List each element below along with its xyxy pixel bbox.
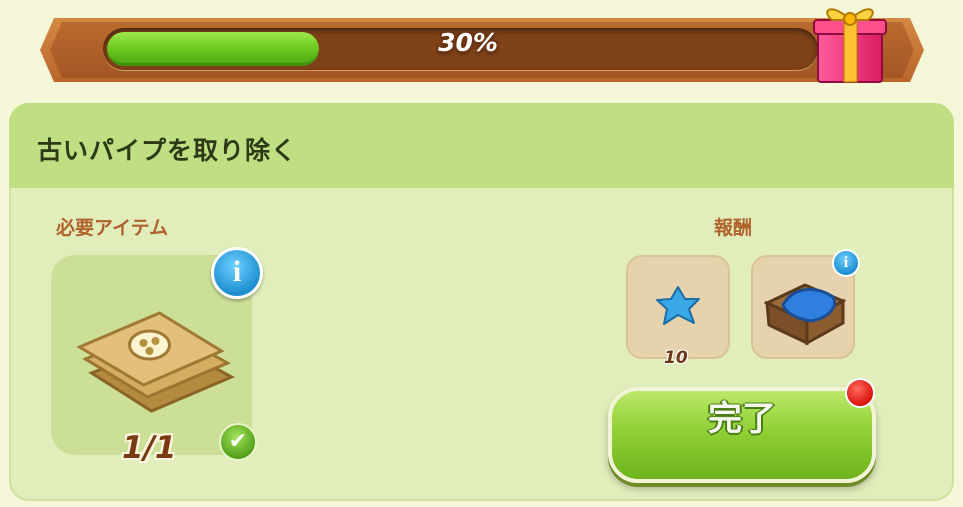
reward-quantity: 10	[664, 348, 688, 368]
task-title: 古いパイプを取り除く	[37, 136, 298, 165]
task-panel: 古いパイプを取り除く 必要アイテム 報酬 i 1/1 ✔ 10 i 完了	[9, 103, 954, 501]
notification-dot	[845, 378, 875, 408]
blue-star-icon	[656, 286, 700, 325]
complete-button[interactable]: 完了	[608, 387, 876, 483]
complete-button-label: 完了	[708, 399, 776, 439]
checkmark-icon: ✔	[219, 423, 257, 461]
gift-box-icon[interactable]	[810, 0, 890, 86]
rewards-label: 報酬	[714, 217, 753, 239]
progress-percent: 30%	[438, 28, 498, 57]
info-icon[interactable]: i	[211, 247, 263, 299]
info-icon[interactable]: i	[832, 249, 860, 277]
required-item-count: 1/1	[122, 430, 177, 466]
reward-slot-star[interactable]	[626, 255, 730, 359]
required-items-label: 必要アイテム	[56, 217, 169, 239]
task-header: 古いパイプを取り除く	[9, 103, 954, 188]
